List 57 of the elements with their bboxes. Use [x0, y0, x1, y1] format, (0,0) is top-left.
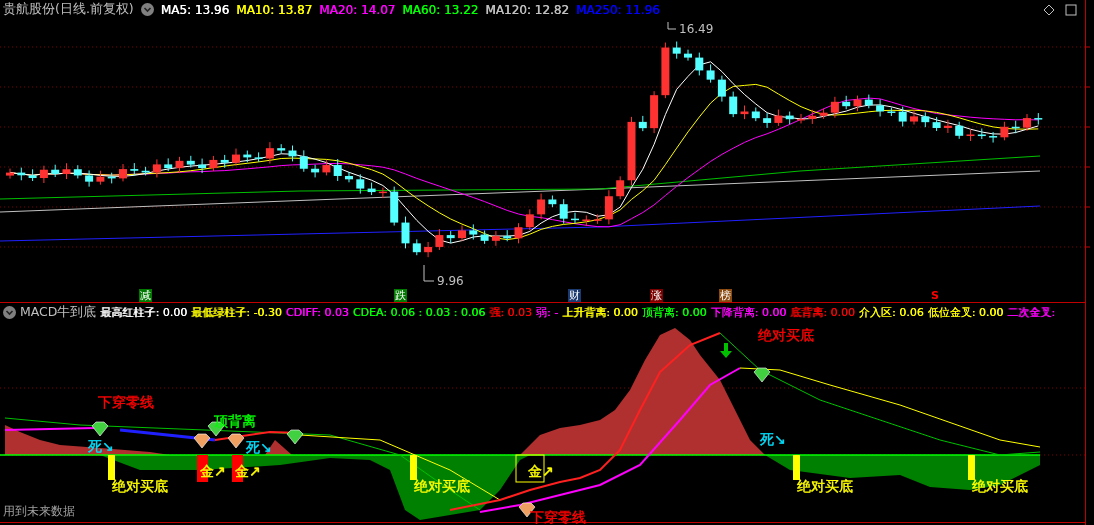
event-marker[interactable]: S — [930, 289, 940, 303]
chart-label: 绝对买底 — [972, 478, 1028, 494]
indicator-value: MA10: 13.87 — [236, 2, 313, 17]
maximize-icon[interactable] — [1065, 4, 1077, 16]
event-marker[interactable]: 减 — [139, 289, 152, 303]
dropdown-icon[interactable] — [140, 3, 154, 17]
indicator-value: CDIFF: 0.03 — [285, 305, 349, 319]
dropdown-icon[interactable] — [3, 305, 16, 319]
indicator-value: 上升背离: 0.00 — [562, 304, 638, 320]
event-marker[interactable]: 跌 — [394, 289, 407, 303]
chart-label: 绝对买底 — [797, 478, 853, 494]
chart-label: 死↘ — [760, 431, 786, 447]
indicator-value: MA60: 13.22 — [402, 2, 479, 17]
indicator-value: 下降背离: 0.00 — [710, 304, 787, 320]
event-marker[interactable]: 涨 — [650, 289, 663, 303]
diamond-icon — [91, 421, 109, 437]
indicator-value: MA120: 12.82 — [485, 2, 569, 17]
low-price-leader — [423, 264, 435, 282]
indicator-value: 最高红柱子: 0.00 — [100, 304, 188, 320]
diamond-icon — [286, 429, 304, 445]
indicator-value: MA20: 14.07 — [319, 2, 396, 17]
footer-note: 用到未来数据 — [3, 503, 75, 520]
stock-title: 贵航股份(日线.前复权) — [3, 1, 134, 19]
buy-signal-bar — [108, 455, 115, 480]
indicator-value: 顶背离: 0.00 — [641, 304, 707, 320]
indicator-value: MA250: 11.96 — [576, 2, 660, 17]
indicator-value: 底背离: 0.00 — [790, 304, 855, 320]
high-price-label: 16.49 — [679, 22, 714, 37]
indicator-value: 介入区: 0.06 — [858, 304, 924, 320]
indicator-value: 低位金叉: 0.00 — [927, 304, 1004, 320]
diamond-icon — [753, 367, 771, 383]
chart-label: 绝对买底 — [758, 327, 814, 343]
chart-label: 下穿零线 — [530, 509, 586, 525]
indicator-value: 二次金叉: — [1007, 304, 1056, 320]
chart-label: 绝对买底 — [414, 478, 470, 494]
indicator-value: CDEA: 0.06 : 0.03 : 0.06 — [352, 305, 486, 319]
diamond-icon — [227, 433, 245, 449]
buy-signal-bar — [410, 455, 417, 480]
chart-label: 绝对买底 — [112, 478, 168, 494]
indicator-title: MACD牛到底 — [20, 303, 97, 321]
chart-label: 下穿零线 — [98, 394, 154, 410]
indicator-value: 最低绿柱子: -0.30 — [191, 304, 282, 320]
buy-signal-bar — [793, 455, 800, 480]
high-price-leader — [667, 21, 677, 30]
chart-label: 死↘ — [246, 439, 272, 455]
indicator-value: MA5: 13.96 — [160, 2, 230, 17]
buy-signal-bar — [968, 455, 975, 480]
event-marker[interactable]: 财 — [568, 289, 581, 303]
chart-label: 金↗ — [528, 463, 554, 479]
arrow-down-icon — [720, 343, 732, 358]
diamond-icon — [193, 433, 211, 449]
signal-box — [515, 454, 545, 483]
indicator-value: 强: 0.03 — [489, 304, 532, 320]
diamond-icon[interactable] — [1043, 4, 1055, 16]
indicator-value: 弱: - — [535, 304, 559, 320]
low-price-label: 9.96 — [437, 274, 464, 289]
event-marker[interactable]: 榜 — [719, 289, 732, 303]
